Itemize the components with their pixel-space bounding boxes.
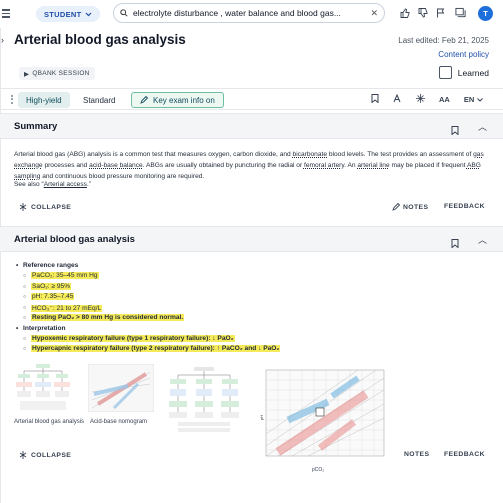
thumbs-up-icon[interactable]	[399, 7, 410, 18]
collapse-button[interactable]: COLLAPSE	[19, 203, 71, 211]
sparkle-icon[interactable]	[416, 94, 425, 105]
feedback-button[interactable]: FEEDBACK	[444, 451, 485, 458]
role-label: STUDENT	[44, 9, 82, 19]
acid-base-nomogram-thumbnail[interactable]	[88, 364, 154, 412]
role-selector[interactable]: STUDENT	[36, 6, 100, 22]
svg-text:pH: pH	[259, 415, 264, 420]
collapse-label: COLLAPSE	[31, 203, 72, 211]
list-item: Hypercapnic respiratory failure (type 2 …	[23, 345, 281, 356]
page-title: Arterial blood gas analysis	[14, 32, 186, 47]
arterial-line-link[interactable]: arterial line	[357, 162, 389, 169]
chevron-down-icon	[85, 12, 91, 16]
figure-caption: Arterial blood gas analysis	[14, 419, 85, 425]
learned-toggle[interactable]: Learned	[438, 66, 489, 79]
femoral-artery-link[interactable]: femoral artery	[304, 162, 344, 169]
list-item: Reference ranges	[16, 262, 280, 272]
list-item: PaCO₂: 35–45 mm Hg	[23, 272, 280, 283]
summary-text: Arterial blood gas (ABG) analysis is a c…	[14, 151, 484, 180]
bookmark-icon[interactable]	[371, 94, 379, 105]
abg-section-heading: Arterial blood gas analysis	[14, 234, 135, 245]
abg-actions: COLLAPSE NOTES FEEDBACK	[0, 451, 503, 465]
tab-high-yield[interactable]: High-yield	[18, 92, 70, 108]
chevron-left-icon[interactable]: ›	[1, 35, 4, 45]
last-edited: Last edited: Feb 21, 2025	[398, 36, 489, 45]
bicarbonate-link[interactable]: bicarbonate	[293, 151, 327, 158]
chevron-up-icon[interactable]: ︿	[478, 120, 487, 133]
key-exam-label: Key exam info on	[153, 95, 215, 105]
qbank-label: QBANK SESSION	[32, 70, 90, 77]
menu-icon[interactable]	[2, 9, 10, 20]
nomogram-x-axis-label: pCO₂	[312, 467, 325, 473]
list-item: Hypoxemic respiratory failure (type 1 re…	[23, 334, 280, 346]
font-size-icon[interactable]: AA	[439, 95, 450, 104]
search-icon	[120, 9, 128, 17]
bookmark-icon[interactable]	[451, 235, 459, 253]
search-query: electrolyte disturbance , water balance …	[133, 8, 341, 18]
summary-header[interactable]: Summary ︿	[0, 113, 503, 139]
collapse-icon	[19, 451, 27, 459]
chevron-down-icon	[477, 97, 484, 102]
collapse-button[interactable]: COLLAPSE	[19, 451, 71, 459]
clear-search-icon[interactable]: ✕	[370, 8, 378, 19]
language-selector[interactable]: EN	[463, 95, 484, 104]
chevron-up-icon[interactable]: ︿	[478, 233, 487, 246]
summary-actions: COLLAPSE NOTES FEEDBACK	[0, 203, 503, 217]
highlighter-icon[interactable]	[393, 93, 402, 105]
list-item: Resting PaO₂ > 80 mm Hg is considered no…	[23, 314, 280, 325]
top-bar: STUDENT electrolyte disturbance , water …	[0, 0, 503, 28]
content-policy-link[interactable]: Content policy	[438, 50, 489, 59]
avatar[interactable]: T	[478, 6, 493, 21]
figure-caption: Acid-base nomogram	[90, 419, 148, 425]
collapse-icon	[19, 203, 27, 211]
list-item: SaO₂: ≥ 95%	[23, 282, 280, 294]
bookmark-icon[interactable]	[451, 122, 459, 140]
arterial-access-link[interactable]: Arterial access	[44, 181, 87, 188]
acid-base-link[interactable]: acid-base balance	[89, 162, 143, 169]
interpretation-flowchart-thumbnail[interactable]	[168, 366, 240, 438]
pencil-icon	[392, 203, 400, 211]
notes-button[interactable]: NOTES	[404, 451, 429, 458]
list-item: HCO₃⁻: 21 to 27 mEq/L	[23, 304, 280, 315]
collapse-label: COLLAPSE	[31, 451, 72, 459]
pen-icon	[140, 96, 148, 104]
notes-button[interactable]: NOTES	[392, 203, 428, 211]
learned-checkbox[interactable]	[438, 66, 452, 79]
play-icon: ▶	[24, 70, 30, 78]
abg-section-header[interactable]: Arterial blood gas analysis ︿	[0, 226, 503, 252]
tab-standard[interactable]: Standard	[75, 92, 123, 108]
list-item: Interpretation	[16, 325, 280, 335]
notes-label: NOTES	[403, 203, 429, 211]
article-toolbar: High-yield Standard Key exam info on AA …	[0, 88, 503, 110]
feedback-button[interactable]: FEEDBACK	[444, 203, 485, 210]
see-also: See also “Arterial access.”	[14, 181, 91, 188]
key-exam-info-toggle[interactable]: Key exam info on	[131, 92, 224, 108]
messages-icon[interactable]	[455, 7, 466, 18]
list-item: pH: 7.35–7.45	[23, 293, 280, 304]
flag-icon[interactable]	[435, 7, 446, 18]
search-input[interactable]: electrolyte disturbance , water balance …	[113, 3, 385, 23]
language-label: EN	[463, 95, 475, 104]
ph-pco2-nomogram[interactable]: pH	[258, 368, 386, 464]
abg-list: Reference ranges PaCO₂: 35–45 mm Hg SaO₂…	[16, 262, 281, 356]
thumbs-down-icon[interactable]	[417, 7, 428, 18]
abg-flowchart-thumbnail[interactable]	[14, 363, 72, 413]
learned-label: Learned	[457, 67, 489, 78]
drag-handle-icon	[11, 95, 15, 104]
qbank-session-button[interactable]: ▶ QBANK SESSION	[19, 67, 95, 80]
summary-heading: Summary	[14, 121, 58, 132]
